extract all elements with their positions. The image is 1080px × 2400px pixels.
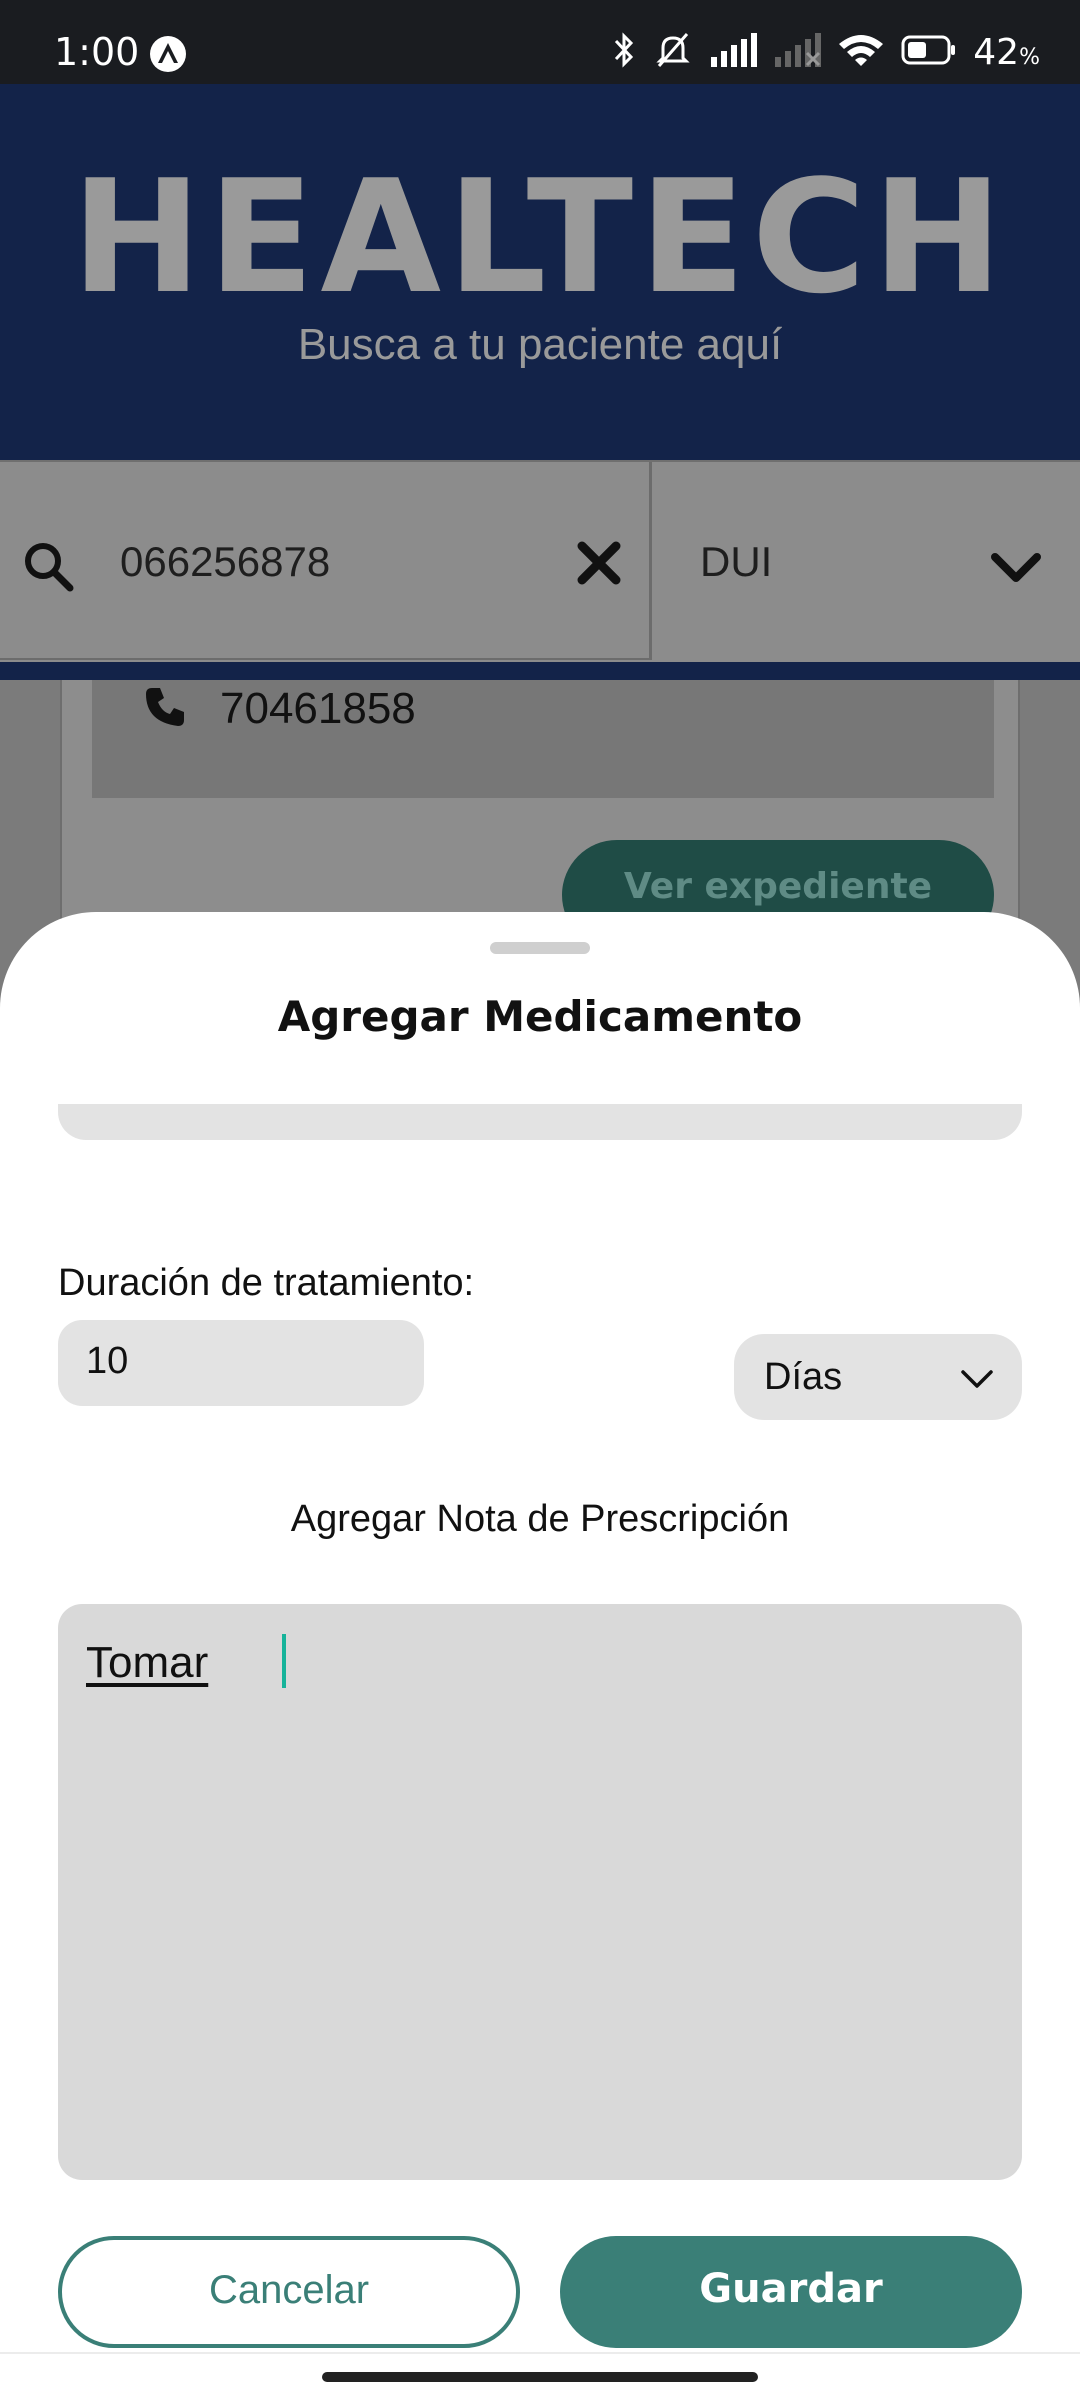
- battery-percent-value: 42: [973, 31, 1020, 73]
- header-tagline: Busca a tu paciente aquí: [297, 320, 783, 369]
- note-text: Tomar: [86, 1638, 208, 1688]
- note-value: Tomar: [86, 1638, 209, 1687]
- search-icon: [20, 538, 76, 594]
- document-type-value: DUI: [700, 538, 773, 585]
- scrolled-input-field[interactable]: [58, 1104, 1022, 1140]
- silent-icon: [653, 30, 693, 74]
- note-label: Agregar Nota de Prescripción: [290, 1498, 790, 1540]
- phone-icon: [142, 684, 188, 730]
- signal-icon: [709, 33, 758, 71]
- patient-phone-row: 70461858: [92, 680, 994, 798]
- text-cursor: [282, 1634, 286, 1688]
- bluetooth-icon: [611, 30, 637, 74]
- search-bar: 066256878 DUI: [0, 460, 1080, 662]
- save-button[interactable]: Guardar: [560, 2236, 1022, 2348]
- chevron-down-icon: [960, 1368, 994, 1390]
- status-time: 1:00: [54, 30, 140, 74]
- sheet-title: Agregar Medicamento: [277, 992, 803, 1041]
- app-notification-icon: [150, 36, 186, 72]
- signal-no-service-icon: [773, 33, 822, 71]
- chevron-down-icon: [990, 550, 1042, 586]
- home-indicator[interactable]: [322, 2372, 758, 2382]
- battery-icon: [901, 34, 957, 70]
- patient-phone: 70461858: [220, 684, 416, 733]
- battery-percent-unit: %: [1019, 44, 1040, 70]
- prescription-note-textarea[interactable]: Tomar: [58, 1604, 1022, 2180]
- document-type-select[interactable]: DUI: [656, 462, 1080, 660]
- duration-input[interactable]: 10: [58, 1320, 424, 1406]
- status-bar: 1:00 42%: [0, 0, 1080, 84]
- clear-icon[interactable]: [576, 540, 622, 586]
- header-divider: [0, 662, 1080, 680]
- search-field[interactable]: 066256878: [0, 462, 652, 660]
- nav-divider: [0, 2352, 1080, 2354]
- search-input[interactable]: 066256878: [120, 538, 330, 586]
- sheet-grabber[interactable]: [490, 942, 590, 954]
- wifi-icon: [837, 32, 885, 72]
- duration-label: Duración de tratamiento:: [58, 1262, 475, 1304]
- cancel-button[interactable]: Cancelar: [58, 2236, 520, 2348]
- brand-logo: HEALTECH: [71, 146, 1009, 328]
- add-medication-sheet: Agregar Medicamento Duración de tratamie…: [0, 912, 1080, 2400]
- app-header: HEALTECH Busca a tu paciente aquí: [0, 84, 1080, 460]
- duration-unit-select[interactable]: Días: [734, 1334, 1022, 1420]
- battery-percent: 42%: [973, 32, 1040, 73]
- duration-unit-value: Días: [764, 1356, 843, 1398]
